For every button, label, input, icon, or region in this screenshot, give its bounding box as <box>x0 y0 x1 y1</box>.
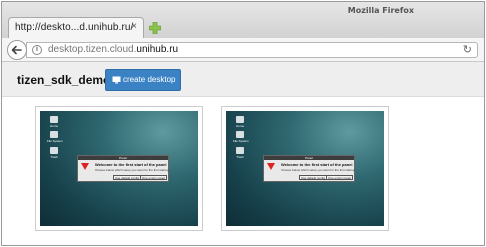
navigation-bar: i desktop.tizen.cloud.unihub.ru ↻ <box>2 38 484 62</box>
tab-close-icon[interactable]: × <box>131 21 137 32</box>
create-desktop-label: create desktop <box>123 75 176 84</box>
one-empty-panel-button: One empty panel <box>140 175 167 180</box>
dialog-header: Panel <box>78 156 168 160</box>
reload-icon[interactable]: ↻ <box>463 43 472 56</box>
create-desktop-button[interactable]: create desktop <box>105 69 181 91</box>
panel-dialog: Panel Welcome to the first start of the … <box>263 155 355 182</box>
use-default-config-button: Use default config <box>299 175 328 180</box>
desktop-screen: Home File System Trash Panel Welcome to … <box>40 111 198 226</box>
panel-dialog: Panel Welcome to the first start of the … <box>77 155 169 182</box>
use-default-config-button: Use default config <box>113 175 142 180</box>
browser-window: Mozilla Firefox http://deskto...d.unihub… <box>1 1 485 246</box>
window-title: Mozilla Firefox <box>347 6 414 15</box>
dialog-title: Welcome to the first start of the panel <box>95 162 167 167</box>
warning-icon <box>81 163 89 170</box>
dialog-text: Choose below which setup you want for th… <box>281 168 356 172</box>
new-tab-plus-icon[interactable] <box>149 22 161 34</box>
dialog-text: Choose below which setup you want for th… <box>95 168 170 172</box>
url-host: unihub.ru <box>136 44 179 55</box>
desktop-thumbnail[interactable]: Home File System Trash Panel Welcome to … <box>35 106 203 231</box>
file-system-icon: File System <box>47 131 63 143</box>
title-bar: Mozilla Firefox http://deskto...d.unihub… <box>2 2 484 38</box>
url-bar[interactable]: i desktop.tizen.cloud.unihub.ru ↻ <box>26 42 478 58</box>
url-text[interactable]: desktop.tizen.cloud.unihub.ru <box>48 44 178 55</box>
monitor-icon <box>112 76 121 84</box>
url-prefix: desktop.tizen.cloud. <box>48 44 137 55</box>
file-system-icon: File System <box>233 131 249 143</box>
back-arrow-icon <box>11 45 22 55</box>
browser-tab[interactable]: http://deskto...d.unihub.ru/ × <box>8 17 144 38</box>
warning-icon <box>267 163 275 170</box>
desktop-screen: Home File System Trash Panel Welcome to … <box>226 111 384 226</box>
one-empty-panel-button: One empty panel <box>326 175 353 180</box>
home-icon: Home <box>233 116 247 128</box>
page-title: tizen_sdk_demo <box>17 73 111 87</box>
home-icon: Home <box>47 116 61 128</box>
trash-icon: Trash <box>47 147 61 159</box>
app-header: tizen_sdk_demo create desktop <box>2 62 484 97</box>
back-button[interactable] <box>7 40 27 60</box>
info-icon[interactable]: i <box>32 45 42 55</box>
tab-title: http://deskto...d.unihub.ru/ <box>15 22 134 33</box>
desktop-thumbnail[interactable]: Home File System Trash Panel Welcome to … <box>221 106 389 231</box>
dialog-title: Welcome to the first start of the panel <box>281 162 353 167</box>
dialog-header: Panel <box>264 156 354 160</box>
trash-icon: Trash <box>233 147 247 159</box>
